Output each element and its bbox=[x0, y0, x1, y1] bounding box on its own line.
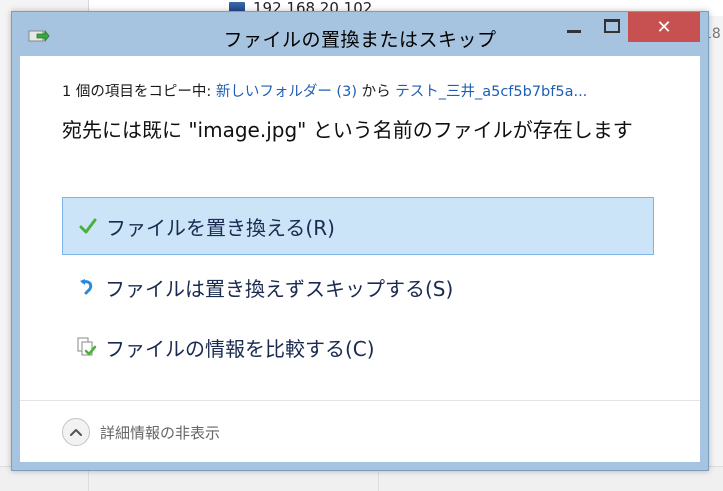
chevron-up-icon[interactable] bbox=[62, 418, 90, 446]
dialog-titlebar[interactable]: ファイルの置換またはスキップ ✕ bbox=[12, 12, 708, 56]
source-folder-link[interactable]: 新しいフォルダー (3) bbox=[216, 84, 357, 100]
conflict-message: 宛先には既に "image.jpg" という名前のファイルが存在します bbox=[62, 118, 633, 142]
close-icon: ✕ bbox=[656, 16, 672, 38]
close-button[interactable]: ✕ bbox=[628, 12, 700, 42]
replace-file-label: ファイルを置き換える(R) bbox=[106, 215, 335, 240]
copy-status-line: 1 個の項目をコピー中: 新しいフォルダー (3) から テスト_三井_a5cf… bbox=[62, 80, 587, 101]
details-toggle[interactable]: 詳細情報の非表示 bbox=[62, 418, 220, 446]
from-text: から bbox=[356, 84, 396, 100]
maximize-button[interactable] bbox=[596, 12, 628, 40]
replace-or-skip-dialog: ファイルの置換またはスキップ ✕ 1 個の項目をコピー中: 新しいフォルダー (… bbox=[11, 11, 709, 471]
compare-files-icon bbox=[75, 335, 99, 359]
check-icon bbox=[76, 214, 100, 238]
minimize-icon bbox=[567, 29, 581, 33]
compare-files-option[interactable]: ファイルの情報を比較する(C) bbox=[62, 318, 654, 376]
destination-folder-link[interactable]: テスト_三井_a5cf5b7bf5a... bbox=[395, 84, 587, 100]
copy-prefix: 1 個の項目をコピー中: bbox=[62, 84, 216, 100]
details-label: 詳細情報の非表示 bbox=[100, 423, 221, 442]
skip-file-option[interactable]: ファイルは置き換えずスキップする(S) bbox=[62, 258, 654, 316]
details-divider bbox=[20, 400, 700, 401]
maximize-icon bbox=[604, 19, 620, 33]
skip-arrow-icon bbox=[75, 275, 99, 299]
dialog-content: 1 個の項目をコピー中: 新しいフォルダー (3) から テスト_三井_a5cf… bbox=[20, 56, 700, 462]
skip-file-label: ファイルは置き換えずスキップする(S) bbox=[105, 276, 454, 301]
compare-files-label: ファイルの情報を比較する(C) bbox=[105, 336, 375, 361]
replace-file-option[interactable]: ファイルを置き換える(R) bbox=[62, 197, 654, 255]
minimize-button[interactable] bbox=[552, 12, 596, 40]
